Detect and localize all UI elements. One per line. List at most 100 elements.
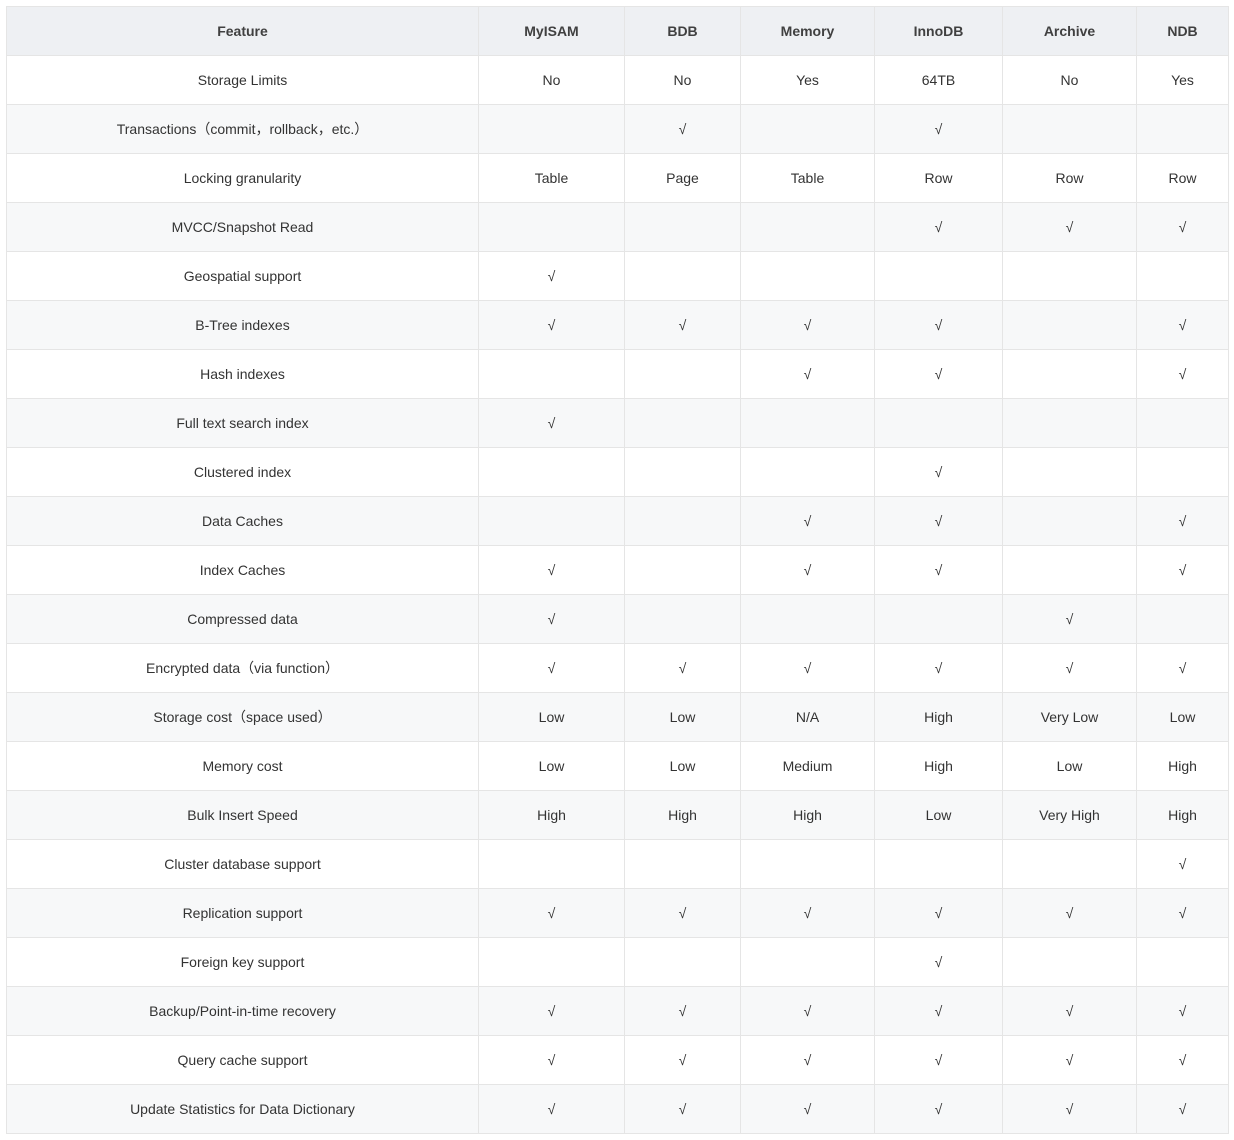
value-cell	[741, 105, 875, 154]
value-cell: √	[1137, 1085, 1229, 1134]
table-row: Transactions（commit，rollback，etc.）√√	[7, 105, 1229, 154]
value-cell	[1003, 399, 1137, 448]
table-row: Replication support√√√√√√	[7, 889, 1229, 938]
value-cell: Very Low	[1003, 693, 1137, 742]
value-cell	[1137, 595, 1229, 644]
col-header-bdb: BDB	[625, 7, 741, 56]
feature-cell: Backup/Point-in-time recovery	[7, 987, 479, 1036]
value-cell: √	[1137, 889, 1229, 938]
table-row: Query cache support√√√√√√	[7, 1036, 1229, 1085]
col-header-archive: Archive	[1003, 7, 1137, 56]
value-cell	[741, 252, 875, 301]
value-cell: √	[875, 546, 1003, 595]
value-cell	[625, 497, 741, 546]
value-cell: No	[1003, 56, 1137, 105]
value-cell: √	[1003, 203, 1137, 252]
table-header: Feature MyISAM BDB Memory InnoDB Archive…	[7, 7, 1229, 56]
feature-cell: Clustered index	[7, 448, 479, 497]
value-cell: √	[479, 889, 625, 938]
value-cell	[1003, 840, 1137, 889]
value-cell: √	[625, 987, 741, 1036]
table-row: Update Statistics for Data Dictionary√√√…	[7, 1085, 1229, 1134]
value-cell: √	[741, 1085, 875, 1134]
col-header-myisam: MyISAM	[479, 7, 625, 56]
value-cell: Very High	[1003, 791, 1137, 840]
feature-cell: Memory cost	[7, 742, 479, 791]
value-cell: √	[1003, 889, 1137, 938]
value-cell: √	[741, 644, 875, 693]
feature-cell: Update Statistics for Data Dictionary	[7, 1085, 479, 1134]
value-cell	[741, 840, 875, 889]
value-cell	[1137, 105, 1229, 154]
col-header-memory: Memory	[741, 7, 875, 56]
value-cell	[1137, 399, 1229, 448]
value-cell	[1003, 301, 1137, 350]
value-cell	[479, 497, 625, 546]
value-cell	[479, 840, 625, 889]
value-cell	[479, 350, 625, 399]
value-cell	[479, 938, 625, 987]
value-cell: No	[479, 56, 625, 105]
value-cell: Low	[625, 742, 741, 791]
value-cell: √	[1137, 644, 1229, 693]
value-cell: √	[875, 1085, 1003, 1134]
value-cell	[625, 448, 741, 497]
value-cell: High	[875, 693, 1003, 742]
value-cell	[625, 840, 741, 889]
feature-cell: B-Tree indexes	[7, 301, 479, 350]
value-cell	[875, 595, 1003, 644]
value-cell: √	[875, 448, 1003, 497]
value-cell: √	[741, 546, 875, 595]
value-cell	[1003, 350, 1137, 399]
value-cell: √	[1003, 987, 1137, 1036]
value-cell	[1137, 448, 1229, 497]
value-cell: √	[875, 644, 1003, 693]
value-cell: √	[479, 595, 625, 644]
value-cell: √	[741, 497, 875, 546]
value-cell: Page	[625, 154, 741, 203]
value-cell	[741, 448, 875, 497]
value-cell	[741, 595, 875, 644]
value-cell	[1137, 938, 1229, 987]
feature-cell: Encrypted data（via function）	[7, 644, 479, 693]
value-cell	[1003, 938, 1137, 987]
table-row: Foreign key support√	[7, 938, 1229, 987]
table-row: Clustered index √	[7, 448, 1229, 497]
feature-cell: Replication support	[7, 889, 479, 938]
value-cell	[625, 252, 741, 301]
value-cell: √	[741, 987, 875, 1036]
value-cell: √	[875, 301, 1003, 350]
value-cell: √	[741, 301, 875, 350]
value-cell: √	[479, 644, 625, 693]
value-cell	[625, 203, 741, 252]
value-cell	[625, 595, 741, 644]
value-cell	[875, 252, 1003, 301]
value-cell: √	[479, 546, 625, 595]
value-cell: √	[741, 1036, 875, 1085]
value-cell	[1003, 252, 1137, 301]
value-cell	[625, 938, 741, 987]
value-cell: Low	[479, 742, 625, 791]
table-row: Storage LimitsNoNoYes64TBNoYes	[7, 56, 1229, 105]
value-cell: √	[875, 105, 1003, 154]
value-cell: √	[625, 301, 741, 350]
feature-cell: Storage cost（space used）	[7, 693, 479, 742]
value-cell	[1003, 497, 1137, 546]
value-cell: Table	[479, 154, 625, 203]
feature-cell: Hash indexes	[7, 350, 479, 399]
table-row: Encrypted data（via function）√√√√√√	[7, 644, 1229, 693]
feature-comparison-table: Feature MyISAM BDB Memory InnoDB Archive…	[6, 6, 1229, 1134]
table-row: Backup/Point-in-time recovery√√√√√√	[7, 987, 1229, 1036]
col-header-innodb: InnoDB	[875, 7, 1003, 56]
value-cell: √	[875, 938, 1003, 987]
col-header-ndb: NDB	[1137, 7, 1229, 56]
table-row: MVCC/Snapshot Read√√√	[7, 203, 1229, 252]
value-cell	[625, 546, 741, 595]
feature-cell: Locking granularity	[7, 154, 479, 203]
value-cell	[875, 840, 1003, 889]
value-cell	[1003, 546, 1137, 595]
value-cell: √	[875, 1036, 1003, 1085]
feature-cell: Index Caches	[7, 546, 479, 595]
value-cell: √	[479, 252, 625, 301]
value-cell	[741, 399, 875, 448]
